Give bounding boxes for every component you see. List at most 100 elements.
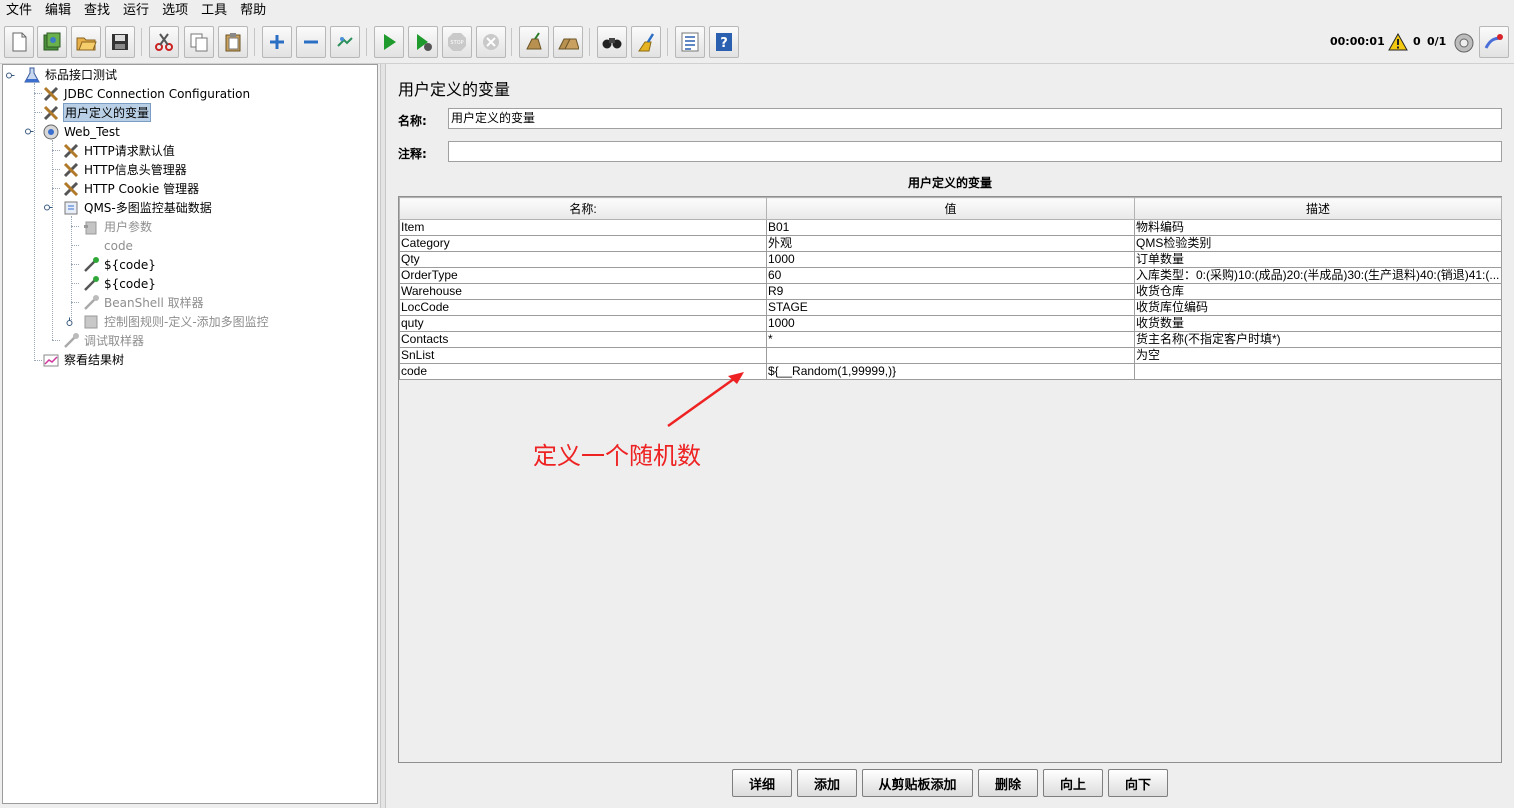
comment-input[interactable] bbox=[448, 141, 1502, 162]
save-button[interactable] bbox=[105, 26, 135, 58]
expand-button[interactable] bbox=[262, 26, 292, 58]
menu-tools[interactable]: 工具 bbox=[201, 0, 227, 22]
cell-value[interactable]: B01 bbox=[766, 219, 1135, 236]
cell-name[interactable]: quty bbox=[399, 315, 767, 332]
shutdown-button[interactable] bbox=[476, 26, 506, 58]
tree-node-view-results-tree[interactable]: 察看结果树 bbox=[42, 350, 125, 369]
collapse-button[interactable] bbox=[296, 26, 326, 58]
menu-file[interactable]: 文件 bbox=[6, 0, 32, 22]
tree-toggle-icon[interactable] bbox=[44, 203, 53, 212]
cell-value[interactable]: 60 bbox=[766, 267, 1135, 284]
move-up-button[interactable]: 向上 bbox=[1043, 769, 1103, 797]
column-header-description[interactable]: 描述 bbox=[1134, 197, 1502, 220]
column-header-value[interactable]: 值 bbox=[766, 197, 1135, 220]
tree-node-web-test[interactable]: Web_Test bbox=[42, 122, 121, 141]
tree-toggle-icon[interactable] bbox=[65, 317, 74, 326]
detail-button[interactable]: 详细 bbox=[732, 769, 792, 797]
function-helper-button[interactable] bbox=[675, 26, 705, 58]
cell-description[interactable]: 物料编码 bbox=[1134, 219, 1502, 236]
clear-button[interactable] bbox=[519, 26, 549, 58]
cell-name[interactable]: Qty bbox=[399, 251, 767, 268]
cell-name[interactable]: Warehouse bbox=[399, 283, 767, 300]
tree-node-test-plan[interactable]: 标品接口测试 bbox=[23, 65, 118, 84]
tree-node-code[interactable]: code bbox=[82, 236, 134, 255]
menu-edit[interactable]: 编辑 bbox=[45, 0, 71, 22]
table-row[interactable]: quty 1000 收货数量 bbox=[399, 315, 1502, 332]
cell-value[interactable]: * bbox=[766, 331, 1135, 348]
new-button[interactable] bbox=[4, 26, 34, 58]
cell-description[interactable]: 货主名称(不指定客户时填*) bbox=[1134, 331, 1502, 348]
cell-description[interactable] bbox=[1134, 363, 1502, 380]
templates-button[interactable] bbox=[37, 26, 67, 58]
table-row[interactable]: Warehouse R9 收货仓库 bbox=[399, 283, 1502, 300]
cell-description[interactable]: QMS检验类别 bbox=[1134, 235, 1502, 252]
tree-node-sampler-code-1[interactable]: ${code} bbox=[82, 255, 157, 274]
tree-node-qms-controller[interactable]: QMS-多图监控基础数据 bbox=[62, 198, 213, 217]
table-row[interactable]: Item B01 物料编码 bbox=[399, 219, 1502, 236]
tree-node-http-cookie-manager[interactable]: HTTP Cookie 管理器 bbox=[62, 179, 200, 198]
table-row[interactable]: Qty 1000 订单数量 bbox=[399, 251, 1502, 268]
add-button[interactable]: 添加 bbox=[797, 769, 857, 797]
cell-name[interactable]: LocCode bbox=[399, 299, 767, 316]
table-row[interactable]: LocCode STAGE 收货库位编码 bbox=[399, 299, 1502, 316]
table-row[interactable]: Contacts * 货主名称(不指定客户时填*) bbox=[399, 331, 1502, 348]
menu-run[interactable]: 运行 bbox=[123, 0, 149, 22]
cell-value[interactable]: 外观 bbox=[766, 235, 1135, 252]
menu-options[interactable]: 选项 bbox=[162, 0, 188, 22]
table-row[interactable]: SnList 为空 bbox=[399, 347, 1502, 364]
tree-node-user-defined-variables[interactable]: 用户定义的变量 bbox=[42, 103, 152, 122]
cell-description[interactable]: 收货数量 bbox=[1134, 315, 1502, 332]
tree-node-jdbc-config[interactable]: JDBC Connection Configuration bbox=[42, 84, 251, 103]
column-header-name[interactable]: 名称: bbox=[399, 197, 767, 220]
tree-toggle-icon[interactable] bbox=[6, 71, 15, 80]
tree-node-beanshell-sampler[interactable]: BeanShell 取样器 bbox=[82, 293, 205, 312]
tree-node-user-parameters[interactable]: 用户参数 bbox=[82, 217, 153, 236]
start-no-pauses-button[interactable] bbox=[408, 26, 438, 58]
copy-button[interactable] bbox=[184, 26, 214, 58]
cell-description[interactable]: 收货仓库 bbox=[1134, 283, 1502, 300]
cell-description[interactable]: 订单数量 bbox=[1134, 251, 1502, 268]
stop-button[interactable]: STOP bbox=[442, 26, 472, 58]
toggle-button[interactable] bbox=[330, 26, 360, 58]
start-button[interactable] bbox=[374, 26, 404, 58]
cell-description[interactable]: 收货库位编码 bbox=[1134, 299, 1502, 316]
cell-name[interactable]: Item bbox=[399, 219, 767, 236]
open-button[interactable] bbox=[71, 26, 101, 58]
cell-value[interactable]: R9 bbox=[766, 283, 1135, 300]
cell-value[interactable]: 1000 bbox=[766, 315, 1135, 332]
menu-help[interactable]: 帮助 bbox=[240, 0, 266, 22]
cell-name[interactable]: SnList bbox=[399, 347, 767, 364]
clear-all-button[interactable] bbox=[553, 26, 583, 58]
menu-search[interactable]: 查找 bbox=[84, 0, 110, 22]
tree-toggle-icon[interactable] bbox=[25, 127, 34, 136]
add-from-clipboard-button[interactable]: 从剪贴板添加 bbox=[862, 769, 973, 797]
cell-name[interactable]: Contacts bbox=[399, 331, 767, 348]
cell-value[interactable]: ${__Random(1,99999,)} bbox=[766, 363, 1135, 380]
table-row[interactable]: code ${__Random(1,99999,)} bbox=[399, 363, 1502, 380]
table-row[interactable]: OrderType 60 入库类型：0:(采购)10:(成品)20:(半成品)3… bbox=[399, 267, 1502, 284]
tree-node-debug-sampler[interactable]: 调试取样器 bbox=[62, 331, 145, 350]
delete-button[interactable]: 删除 bbox=[978, 769, 1038, 797]
cell-description[interactable]: 为空 bbox=[1134, 347, 1502, 364]
help-button[interactable]: ? bbox=[709, 26, 739, 58]
tree-node-http-header-manager[interactable]: HTTP信息头管理器 bbox=[62, 160, 188, 179]
cell-name[interactable]: OrderType bbox=[399, 267, 767, 284]
cell-value[interactable]: STAGE bbox=[766, 299, 1135, 316]
cell-description[interactable]: 入库类型：0:(采购)10:(成品)20:(半成品)30:(生产退料)40:(销… bbox=[1134, 267, 1502, 284]
remote-button[interactable] bbox=[1479, 26, 1509, 58]
tree-node-sampler-code-2[interactable]: ${code} bbox=[82, 274, 157, 293]
move-down-button[interactable]: 向下 bbox=[1108, 769, 1168, 797]
cut-button[interactable] bbox=[149, 26, 179, 58]
cell-value[interactable] bbox=[766, 347, 1135, 364]
tree-node-http-defaults[interactable]: HTTP请求默认值 bbox=[62, 141, 176, 160]
reset-search-button[interactable] bbox=[631, 26, 661, 58]
tree-node-control-chart-rules[interactable]: 控制图规则-定义-添加多图监控 bbox=[82, 312, 270, 331]
name-input[interactable]: 用户定义的变量 bbox=[448, 108, 1502, 129]
paste-button[interactable] bbox=[218, 26, 248, 58]
cell-name[interactable]: Category bbox=[399, 235, 767, 252]
cell-value[interactable]: 1000 bbox=[766, 251, 1135, 268]
table-row[interactable]: Category 外观 QMS检验类别 bbox=[399, 235, 1502, 252]
search-button[interactable] bbox=[597, 26, 627, 58]
split-pane-divider[interactable] bbox=[380, 64, 386, 808]
test-plan-tree: 标品接口测试 JDBC Connection Configuration 用户定… bbox=[2, 64, 378, 804]
